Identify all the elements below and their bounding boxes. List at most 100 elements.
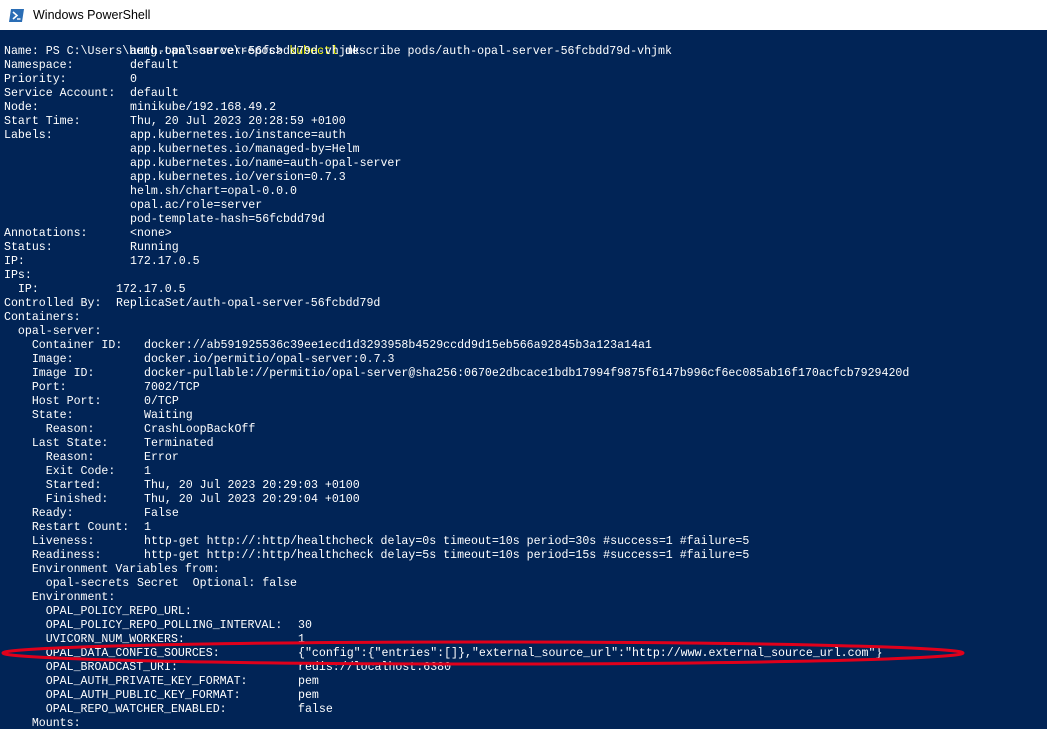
- field-value: 172.17.0.5: [116, 283, 186, 296]
- output-line: opal-server:: [4, 325, 109, 339]
- output-line: OPAL_REPO_WATCHER_ENABLED: false: [4, 703, 333, 717]
- output-line: Status: Running: [4, 241, 179, 255]
- output-line: Finished: Thu, 20 Jul 2023 20:29:04 +0100: [4, 493, 360, 507]
- field-value: redis://localhost:6380: [298, 661, 452, 674]
- field-value: pem: [298, 689, 319, 702]
- field-value: 0: [130, 73, 137, 86]
- field-key: Restart Count:: [4, 521, 130, 534]
- field-value: Waiting: [144, 409, 193, 422]
- output-line: IP: 172.17.0.5: [4, 255, 200, 269]
- field-key: Readiness:: [4, 549, 102, 562]
- output-line: State: Waiting: [4, 409, 193, 423]
- field-value: app.kubernetes.io/managed-by=Helm: [130, 143, 360, 156]
- field-value: 172.17.0.5: [130, 255, 200, 268]
- output-line: Labels: app.kubernetes.io/instance=auth: [4, 129, 346, 143]
- field-value: Thu, 20 Jul 2023 20:29:04 +0100: [144, 493, 360, 506]
- field-key: Node:: [4, 101, 39, 114]
- output-line: UVICORN_NUM_WORKERS: 1: [4, 633, 305, 647]
- field-value: 30: [298, 619, 312, 632]
- field-key: OPAL_POLICY_REPO_URL:: [4, 605, 192, 618]
- output-line: opal-secrets Secret Optional: false: [4, 577, 297, 591]
- field-value: default: [130, 87, 179, 100]
- field-key: IP:: [4, 283, 39, 296]
- output-line: Image ID: docker-pullable://permitio/opal…: [4, 367, 909, 381]
- field-key: Service Account:: [4, 87, 116, 100]
- field-key: Environment Variables from:: [4, 563, 220, 576]
- field-key: Image ID:: [4, 367, 95, 380]
- field-key: Labels:: [4, 129, 53, 142]
- field-key: Reason:: [4, 451, 95, 464]
- output-line: pod-template-hash=56fcbdd79d: [4, 213, 325, 227]
- field-key: Priority:: [4, 73, 67, 86]
- output-line: Node: minikube/192.168.49.2: [4, 101, 276, 115]
- field-value: app.kubernetes.io/version=0.7.3: [130, 171, 346, 184]
- field-key: Container ID:: [4, 339, 123, 352]
- output-line: OPAL_POLICY_REPO_POLLING_INTERVAL: 30: [4, 619, 312, 633]
- field-value: CrashLoopBackOff: [144, 423, 256, 436]
- output-line: helm.sh/chart=opal-0.0.0: [4, 185, 297, 199]
- title-bar[interactable]: Windows PowerShell: [0, 0, 1047, 30]
- output-line: Environment:: [4, 591, 144, 605]
- field-key: Name:: [4, 45, 39, 58]
- field-key: OPAL_AUTH_PRIVATE_KEY_FORMAT:: [4, 675, 248, 688]
- field-key: Start Time:: [4, 115, 81, 128]
- window-title: Windows PowerShell: [33, 8, 151, 22]
- output-line: Readiness: http-get http://:http/healthch…: [4, 549, 749, 563]
- output-line: Priority: 0: [4, 73, 137, 87]
- output-line: OPAL_AUTH_PUBLIC_KEY_FORMAT: pem: [4, 689, 319, 703]
- field-key: Namespace:: [4, 59, 74, 72]
- field-value: {"config":{"entries":[]},"external_sourc…: [298, 647, 883, 660]
- field-key: Environment:: [4, 591, 116, 604]
- output-line: app.kubernetes.io/version=0.7.3: [4, 171, 346, 185]
- field-value: Thu, 20 Jul 2023 20:28:59 +0100: [130, 115, 346, 128]
- field-key: OPAL_AUTH_PUBLIC_KEY_FORMAT:: [4, 689, 241, 702]
- field-value: docker-pullable://permitio/opal-server@s…: [144, 367, 910, 380]
- field-key: Image:: [4, 353, 74, 366]
- field-key: Containers:: [4, 311, 81, 324]
- terminal-output[interactable]: PS C:\Users\heng.tan\source\repos> kubec…: [0, 30, 1047, 729]
- output-line: Exit Code: 1: [4, 465, 151, 479]
- field-value: pod-template-hash=56fcbdd79d: [130, 213, 325, 226]
- field-key: OPAL_POLICY_REPO_POLLING_INTERVAL:: [4, 619, 283, 632]
- field-value: minikube/192.168.49.2: [130, 101, 277, 114]
- field-value: <none>: [130, 227, 172, 240]
- field-value: docker://ab591925536c39ee1ecd1d3293958b4…: [144, 339, 652, 352]
- field-key: opal-server:: [4, 325, 102, 338]
- output-line: Reason: Error: [4, 451, 179, 465]
- output-line: Containers:: [4, 311, 88, 325]
- field-key: IPs:: [4, 269, 32, 282]
- field-key: Mounts:: [4, 717, 81, 729]
- output-line: Port: 7002/TCP: [4, 381, 200, 395]
- output-line: Service Account: default: [4, 87, 179, 101]
- output-line: Environment Variables from:: [4, 563, 221, 577]
- field-key: Finished:: [4, 493, 109, 506]
- field-value: default: [130, 59, 179, 72]
- output-line: Reason: CrashLoopBackOff: [4, 423, 256, 437]
- field-key: Port:: [4, 381, 67, 394]
- powershell-icon: [9, 8, 24, 23]
- field-key: Controlled By:: [4, 297, 102, 310]
- field-key: Reason:: [4, 423, 95, 436]
- field-key: IP:: [4, 255, 25, 268]
- output-line: IPs:: [4, 269, 39, 283]
- field-key: OPAL_DATA_CONFIG_SOURCES:: [4, 647, 220, 660]
- field-value: http-get http://:http/healthcheck delay=…: [144, 549, 750, 562]
- field-value: auth-opal-server-56fcbdd79d-vhjmk: [130, 45, 360, 58]
- field-value: Running: [130, 241, 179, 254]
- output-line: OPAL_BROADCAST_URI: redis://localhost:638…: [4, 661, 451, 675]
- field-value: Terminated: [144, 437, 214, 450]
- field-key: Annotations:: [4, 227, 88, 240]
- field-key: Ready:: [4, 507, 74, 520]
- field-key: Started:: [4, 479, 102, 492]
- output-line: OPAL_POLICY_REPO_URL:: [4, 605, 298, 619]
- field-value: Thu, 20 Jul 2023 20:29:03 +0100: [144, 479, 360, 492]
- output-line: Started: Thu, 20 Jul 2023 20:29:03 +0100: [4, 479, 360, 493]
- field-value: 1: [298, 633, 305, 646]
- field-value: 1: [144, 521, 151, 534]
- field-value: False: [144, 507, 179, 520]
- output-line: Container ID: docker://ab591925536c39ee1e…: [4, 339, 652, 353]
- output-line: Mounts:: [4, 717, 144, 729]
- field-value: helm.sh/chart=opal-0.0.0: [130, 185, 297, 198]
- prompt-line: PS C:\Users\heng.tan\source\repos> kubec…: [4, 31, 672, 58]
- output-line: app.kubernetes.io/managed-by=Helm: [4, 143, 360, 157]
